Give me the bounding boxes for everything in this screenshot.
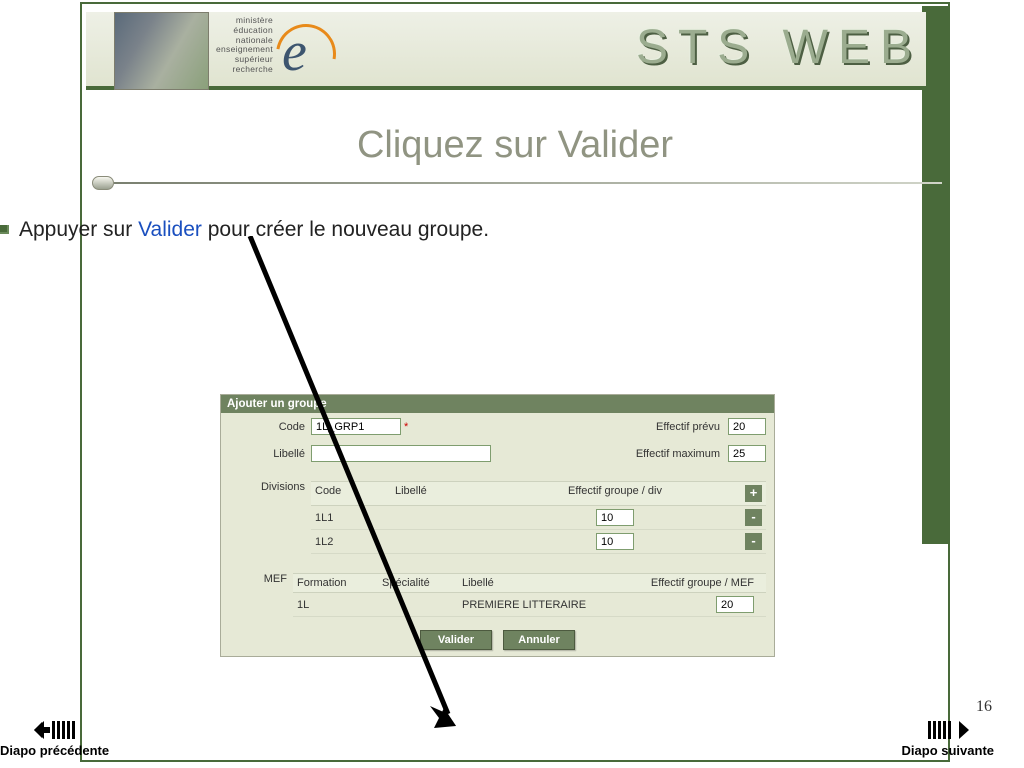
page-number: 16 <box>976 698 992 716</box>
next-slide-label: Diapo suivante <box>902 743 994 758</box>
div-code: 1L1 <box>315 512 395 524</box>
input-code[interactable] <box>311 418 401 435</box>
label-libelle: Libellé <box>229 448 311 460</box>
header-band: ministère éducation nationale enseigneme… <box>86 12 926 90</box>
ministry-text: ministère éducation nationale enseigneme… <box>216 16 273 75</box>
label-mef: MEF <box>229 573 293 585</box>
bullet-icon <box>0 225 9 234</box>
col-mef-eff: Effectif groupe / MEF <box>622 577 762 589</box>
col-mef-libelle: Libellé <box>462 577 622 589</box>
row-mef: MEF Formation Spécialité Libellé Effecti… <box>221 559 774 622</box>
prev-slide-button[interactable]: Diapo précédente <box>0 719 109 758</box>
row-code: Code * Effectif prévu <box>221 413 774 440</box>
title-underline <box>92 176 942 190</box>
division-row: 1L1 - <box>311 506 766 530</box>
col-mef-formation: Formation <box>297 577 382 589</box>
bullet-text-prefix: Appuyer sur <box>19 218 138 241</box>
mef-row: 1L PREMIERE LITTERAIRE <box>293 593 766 617</box>
divisions-header-row: Code Libellé Effectif groupe / div + <box>311 481 766 506</box>
input-effectif-max[interactable] <box>728 445 766 462</box>
mef-libelle: PREMIERE LITTERAIRE <box>462 599 622 611</box>
input-libelle[interactable] <box>311 445 491 462</box>
logo-e-letter: e <box>282 20 307 84</box>
instruction-bullet: Appuyer sur Valider pour créer le nouvea… <box>0 218 489 242</box>
label-divisions: Divisions <box>229 481 311 493</box>
col-mef-specialite: Spécialité <box>382 577 462 589</box>
input-effectif-prevu[interactable] <box>728 418 766 435</box>
form-panel: Ajouter un groupe Code * Effectif prévu … <box>220 394 775 657</box>
header-photo <box>114 12 209 90</box>
prev-slide-label: Diapo précédente <box>0 743 109 758</box>
div-eff-input[interactable] <box>596 509 634 526</box>
mef-formation: 1L <box>297 599 382 611</box>
col-div-code: Code <box>315 485 395 502</box>
mef-header-row: Formation Spécialité Libellé Effectif gr… <box>293 573 766 593</box>
col-div-eff: Effectif groupe / div <box>515 485 715 502</box>
arrow-right-icon <box>925 719 971 741</box>
slide-frame: ministère éducation nationale enseigneme… <box>80 2 950 762</box>
add-division-button[interactable]: + <box>745 485 762 502</box>
row-libelle: Libellé Effectif maximum <box>221 440 774 467</box>
next-slide-button[interactable]: Diapo suivante <box>902 719 994 758</box>
annuler-button[interactable]: Annuler <box>503 630 575 650</box>
label-effectif-prevu: Effectif prévu <box>408 421 728 433</box>
label-code: Code <box>229 421 311 433</box>
mef-eff-input[interactable] <box>716 596 754 613</box>
div-eff-input[interactable] <box>596 533 634 550</box>
col-div-libelle: Libellé <box>395 485 515 502</box>
remove-division-button[interactable]: - <box>745 509 762 526</box>
bullet-text-suffix: pour créer le nouveau groupe. <box>202 218 489 241</box>
remove-division-button[interactable]: - <box>745 533 762 550</box>
div-code: 1L2 <box>315 536 395 548</box>
arrow-left-icon <box>32 719 78 741</box>
division-row: 1L2 - <box>311 530 766 554</box>
row-divisions: Divisions Code Libellé Effectif groupe /… <box>221 467 774 559</box>
label-effectif-max: Effectif maximum <box>491 448 728 460</box>
app-title: STS WEB <box>636 20 922 75</box>
slide-title: Cliquez sur Valider <box>82 124 948 167</box>
valider-button[interactable]: Valider <box>420 630 492 650</box>
panel-buttons: Valider Annuler <box>221 622 774 656</box>
panel-title: Ajouter un groupe <box>221 395 774 413</box>
bullet-text-highlight: Valider <box>138 218 202 241</box>
